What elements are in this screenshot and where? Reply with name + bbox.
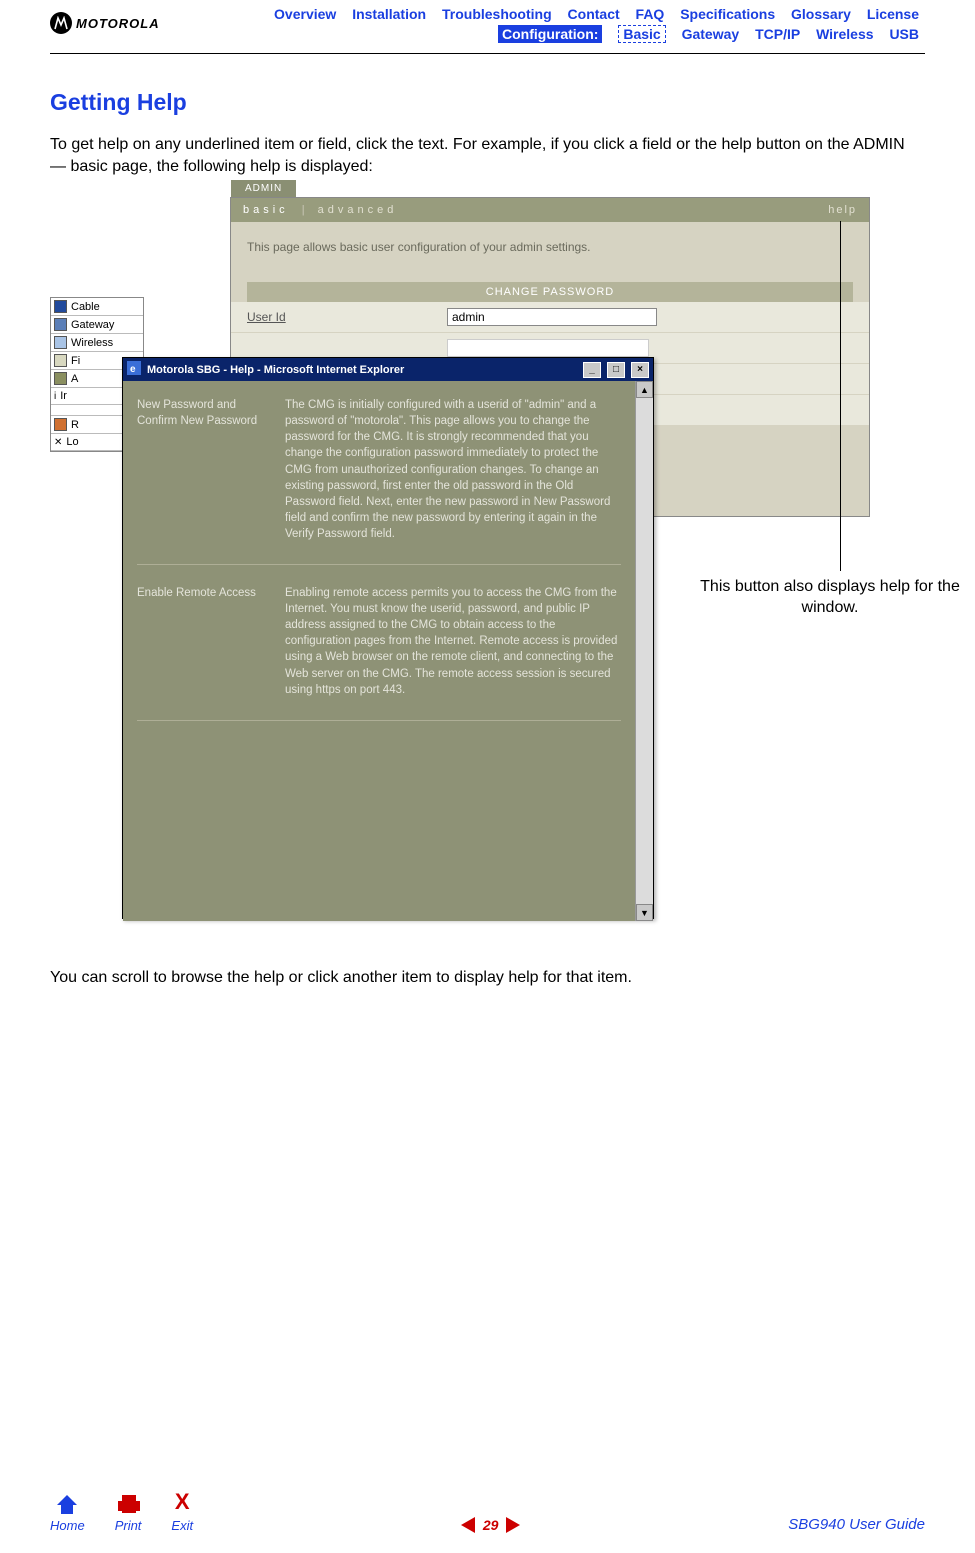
nav-basic[interactable]: Basic: [618, 25, 665, 43]
logo: MOTOROLA: [50, 12, 160, 34]
subtab-help[interactable]: help: [828, 204, 857, 216]
nav-overview[interactable]: Overview: [274, 6, 336, 22]
sidebar-label: A: [71, 373, 78, 385]
sidebar-label: Lo: [66, 436, 78, 448]
nav-troubleshooting[interactable]: Troubleshooting: [442, 6, 552, 22]
prev-page-button[interactable]: [461, 1517, 475, 1533]
nav-secondary: Configuration: Basic Gateway TCP/IP Wire…: [170, 25, 925, 43]
next-page-button[interactable]: [506, 1517, 520, 1533]
subtab-advanced[interactable]: advanced: [318, 204, 398, 216]
figure: ADMIN basic | advanced help This page al…: [50, 197, 925, 937]
sidebar-item-wireless[interactable]: Wireless: [51, 334, 143, 352]
config-label: Configuration:: [498, 25, 602, 43]
intro-paragraph: To get help on any underlined item or fi…: [50, 134, 925, 177]
callout-text: This button also displays help for the w…: [700, 577, 960, 619]
help-content: New Password and Confirm New Password Th…: [123, 381, 635, 921]
nav-glossary[interactable]: Glossary: [791, 6, 851, 22]
nav-contact[interactable]: Contact: [568, 6, 620, 22]
admin-tab[interactable]: ADMIN: [231, 180, 296, 197]
scrollbar[interactable]: ▲ ▼: [635, 381, 653, 921]
help-text-remote: Enabling remote access permits you to ac…: [285, 585, 621, 698]
home-button[interactable]: Home: [50, 1493, 85, 1533]
home-label: Home: [50, 1518, 85, 1533]
exit-label: Exit: [171, 1518, 193, 1533]
pager: 29: [461, 1517, 521, 1533]
help-window: e Motorola SBG - Help - Microsoft Intern…: [122, 357, 654, 919]
scroll-down-button[interactable]: ▼: [636, 904, 653, 921]
closing-paragraph: You can scroll to browse the help or cli…: [50, 967, 925, 989]
nav-installation[interactable]: Installation: [352, 6, 426, 22]
change-password-header: CHANGE PASSWORD: [247, 282, 853, 302]
sidebar-label: Fi: [71, 355, 80, 367]
nav-license[interactable]: License: [867, 6, 919, 22]
help-key-password: New Password and Confirm New Password: [137, 397, 267, 542]
sidebar-label: Gateway: [71, 319, 114, 331]
help-title: Motorola SBG - Help - Microsoft Internet…: [147, 364, 404, 376]
nav-usb[interactable]: USB: [889, 26, 919, 42]
nav-wireless[interactable]: Wireless: [816, 26, 873, 42]
subtab-sep: |: [302, 204, 305, 216]
userid-row: User Id: [231, 302, 869, 333]
footer-nav: Home Print X Exit 29 SBG940 User Guide: [50, 1489, 925, 1533]
sidebar-label: Cable: [71, 301, 100, 313]
userid-label[interactable]: User Id: [247, 310, 447, 324]
sidebar-item-cable[interactable]: Cable: [51, 298, 143, 316]
scroll-track[interactable]: [636, 398, 653, 904]
sidebar-label: R: [71, 419, 79, 431]
scroll-up-button[interactable]: ▲: [636, 381, 653, 398]
admin-description: This page allows basic user configuratio…: [231, 222, 869, 272]
sidebar-label: Ir: [60, 390, 67, 402]
help-text-password: The CMG is initially configured with a u…: [285, 397, 621, 542]
minimize-button[interactable]: _: [583, 362, 601, 378]
svg-text:e: e: [130, 364, 136, 375]
page-title: Getting Help: [50, 89, 925, 116]
logo-text: MOTOROLA: [76, 16, 160, 31]
motorola-icon: [50, 12, 72, 34]
print-label: Print: [115, 1518, 142, 1533]
print-icon: [116, 1493, 140, 1515]
nav-faq[interactable]: FAQ: [636, 6, 665, 22]
print-button[interactable]: Print: [115, 1493, 142, 1533]
userid-input[interactable]: [447, 308, 657, 326]
help-separator: [137, 564, 621, 565]
sidebar-item-gateway[interactable]: Gateway: [51, 316, 143, 334]
divider: [50, 53, 925, 54]
subtab-basic[interactable]: basic: [243, 204, 289, 216]
sidebar-label: Wireless: [71, 337, 113, 349]
page-number: 29: [483, 1517, 499, 1533]
admin-subtabs: basic | advanced help: [231, 198, 869, 222]
guide-title: SBG940 User Guide: [788, 1516, 925, 1533]
callout-line: [840, 221, 841, 571]
help-key-remote: Enable Remote Access: [137, 585, 267, 698]
exit-icon: X: [175, 1489, 190, 1515]
nav-primary: Overview Installation Troubleshooting Co…: [170, 6, 925, 22]
maximize-button[interactable]: □: [607, 362, 625, 378]
help-separator: [137, 720, 621, 721]
close-button[interactable]: ×: [631, 362, 649, 378]
nav-specifications[interactable]: Specifications: [680, 6, 775, 22]
nav-gateway[interactable]: Gateway: [682, 26, 740, 42]
exit-button[interactable]: X Exit: [171, 1489, 193, 1533]
help-titlebar: e Motorola SBG - Help - Microsoft Intern…: [123, 358, 653, 381]
nav-tcpip[interactable]: TCP/IP: [755, 26, 800, 42]
ie-icon: e: [127, 361, 141, 378]
home-icon: [55, 1493, 79, 1515]
